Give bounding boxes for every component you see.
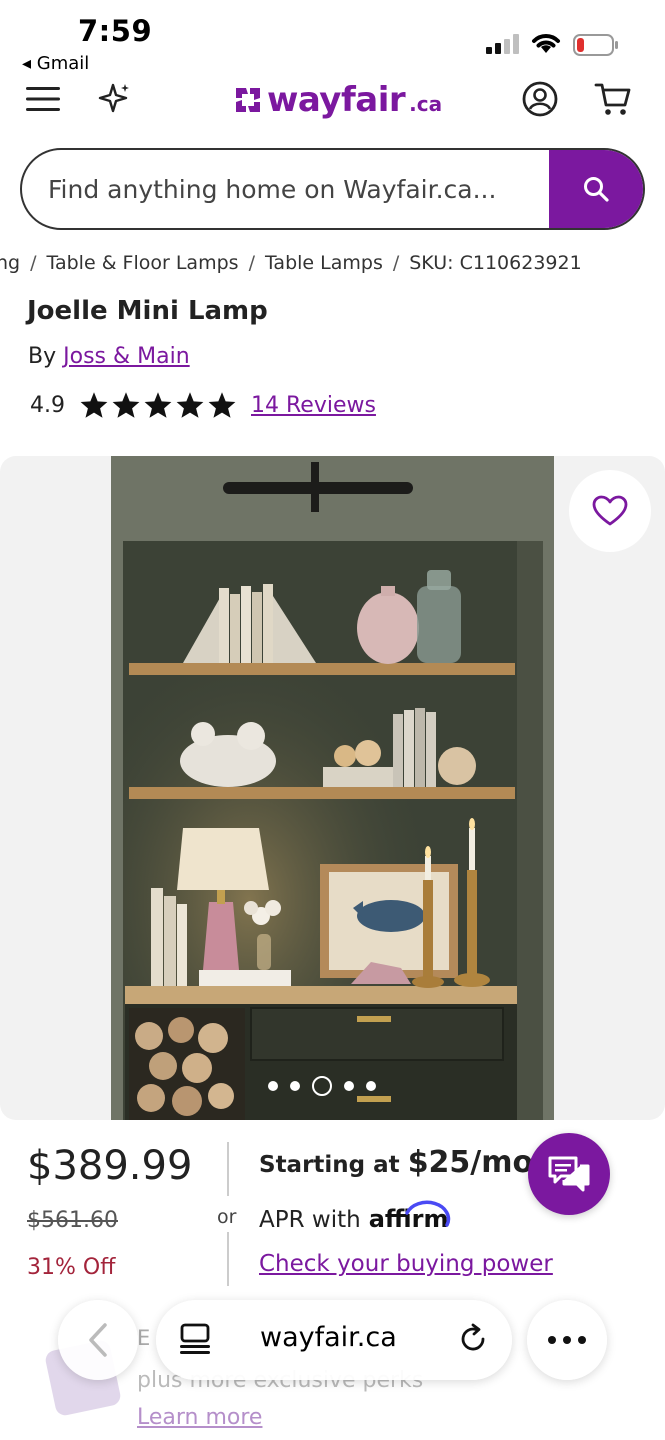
cart-icon[interactable] (594, 81, 632, 117)
product-photo (111, 456, 554, 1120)
or-label: or (217, 1206, 237, 1228)
clock: 7:59 (78, 14, 153, 48)
chat-icon (548, 1156, 590, 1192)
star-icon (144, 392, 172, 418)
menu-icon[interactable] (26, 86, 60, 112)
chat-button[interactable] (528, 1133, 610, 1215)
divider (227, 1142, 229, 1196)
sku-label: SKU: C110623921 (409, 252, 582, 274)
carousel-dot[interactable] (344, 1081, 354, 1091)
search-button[interactable] (549, 150, 643, 228)
brand-prefix: By (28, 344, 57, 369)
carousel-dot[interactable] (366, 1081, 376, 1091)
search-bar (20, 148, 645, 230)
monthly-payment: $25/mo (407, 1145, 534, 1180)
star-icon (208, 392, 236, 418)
browser-address-bar[interactable]: wayfair.ca (156, 1300, 512, 1380)
reviews-link[interactable]: 14 Reviews (251, 393, 376, 418)
add-to-favorites-button[interactable] (569, 470, 651, 552)
product-rating: 4.9 14 Reviews (30, 391, 376, 419)
check-buying-power-link[interactable]: Check your buying power (259, 1251, 553, 1277)
breadcrumb-item[interactable]: Table Lamps (265, 252, 383, 274)
rating-value: 4.9 (30, 392, 65, 418)
product-image-gallery[interactable] (0, 456, 665, 1120)
breadcrumb-item[interactable]: Table & Floor Lamps (47, 252, 239, 274)
carousel-dot[interactable] (290, 1081, 300, 1091)
chevron-left-icon (89, 1323, 107, 1357)
battery-low-icon (573, 34, 618, 56)
carousel-dot[interactable] (312, 1076, 332, 1096)
status-bar: 7:59 ◂ Gmail (0, 0, 665, 80)
back-to-gmail-link[interactable]: ◂ Gmail (22, 53, 89, 74)
breadcrumb-item[interactable]: ng (0, 252, 20, 274)
wayfair-logo[interactable]: wayfair .ca (233, 80, 442, 120)
current-price: $389.99 (27, 1143, 193, 1189)
apr-line: APR with affirm (259, 1200, 450, 1233)
carousel-dot[interactable] (268, 1081, 278, 1091)
affirm-logo: affirm (369, 1200, 450, 1233)
search-icon (584, 177, 609, 202)
star-icon (112, 392, 140, 418)
divider (227, 1232, 229, 1286)
discount-label: 31% Off (27, 1255, 116, 1280)
wifi-icon (532, 34, 560, 53)
original-price: $561.60 (27, 1208, 118, 1233)
affirm-arc-icon (404, 1200, 450, 1227)
product-brand: By Joss & Main (28, 344, 190, 369)
financing-headline: Starting at $25/mo (259, 1145, 533, 1180)
learn-more-link[interactable]: Learn more (137, 1405, 262, 1430)
account-icon[interactable] (521, 80, 559, 118)
url-text: wayfair.ca (260, 1322, 397, 1353)
brand-link[interactable]: Joss & Main (63, 344, 190, 369)
product-title: Joelle Mini Lamp (27, 296, 268, 326)
browser-more-button[interactable] (527, 1300, 607, 1380)
heart-icon (592, 495, 628, 526)
cellular-signal-icon (486, 34, 520, 54)
star-icon (176, 392, 204, 418)
more-dots-icon (548, 1336, 586, 1344)
carousel-indicators (268, 1076, 376, 1096)
wayfair-pinwheel-icon (236, 88, 260, 112)
logo-suffix: .ca (409, 92, 443, 116)
browser-back-button[interactable] (58, 1300, 138, 1380)
promo-text: E (137, 1326, 151, 1350)
sparkle-icon[interactable] (98, 82, 132, 116)
reader-mode-icon[interactable] (178, 1322, 212, 1356)
apr-with-label: APR with (259, 1207, 361, 1233)
search-input[interactable] (22, 150, 550, 228)
star-icon (80, 392, 108, 418)
reload-icon[interactable] (456, 1322, 490, 1356)
logo-wordmark: wayfair (267, 80, 406, 120)
star-rating (79, 391, 237, 419)
starting-at-label: Starting at (259, 1152, 400, 1178)
breadcrumb: ng / Table & Floor Lamps / Table Lamps / SKU: … (0, 250, 665, 280)
